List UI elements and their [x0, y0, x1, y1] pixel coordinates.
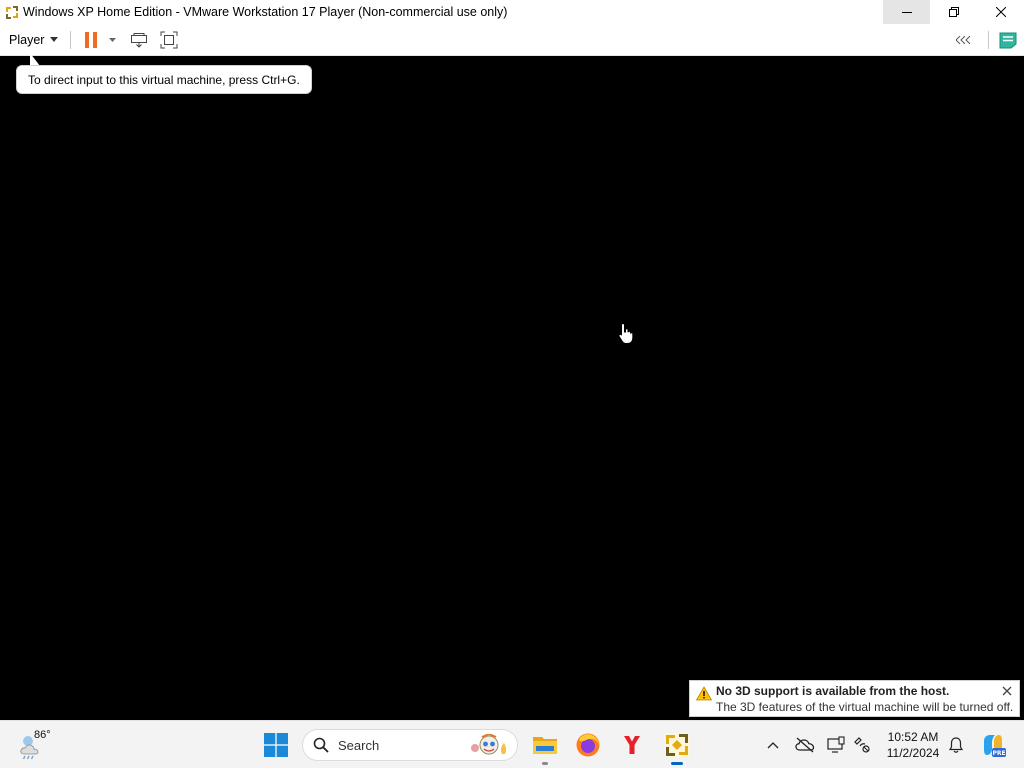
weather-temperature: 86°	[34, 729, 51, 741]
taskbar-search-box[interactable]: Search	[302, 729, 518, 761]
show-hidden-icons-button[interactable]	[763, 735, 783, 755]
display-icon	[827, 736, 845, 753]
chevron-up-icon	[767, 742, 779, 749]
collapse-icon	[956, 36, 970, 44]
unity-button[interactable]	[997, 28, 1019, 52]
full-screen-button[interactable]	[156, 28, 182, 52]
svg-text:PRE: PRE	[992, 750, 1005, 757]
send-ctrl-alt-del-button[interactable]	[126, 28, 152, 52]
player-menu-label: Player	[9, 32, 45, 47]
tooltip-text: To direct input to this virtual machine,…	[28, 72, 300, 87]
taskbar-clock[interactable]: 10:52 AM 11/2/2024	[880, 729, 946, 761]
pause-button[interactable]	[81, 28, 101, 52]
copilot-button[interactable]: PRE	[980, 732, 1006, 758]
search-placeholder: Search	[338, 737, 380, 753]
send-ctrl-alt-del-icon	[131, 32, 148, 48]
tray-display[interactable]	[826, 735, 846, 755]
notification-center-button[interactable]	[946, 735, 966, 755]
copilot-icon: PRE	[984, 735, 1006, 757]
search-highlight-skull-icon	[471, 734, 507, 755]
network-icon	[854, 737, 870, 753]
toolbar-separator-right	[988, 31, 989, 49]
chevron-down-icon	[50, 37, 59, 42]
toolbar-separator	[70, 30, 72, 49]
yandex-browser-icon	[624, 736, 640, 754]
notification-bell-icon	[948, 737, 964, 753]
minimize-button[interactable]	[883, 0, 930, 24]
onedrive-offline-icon	[795, 737, 815, 753]
clock-time: 10:52 AM	[887, 730, 939, 744]
input-hint-tooltip: To direct input to this virtual machine,…	[16, 65, 312, 94]
player-menu-button[interactable]: Player	[7, 28, 60, 52]
taskbar-yandex-browser[interactable]	[616, 729, 648, 761]
close-icon	[995, 7, 1006, 17]
close-button[interactable]	[977, 0, 1024, 24]
hand-cursor-icon	[618, 322, 634, 344]
warning-icon	[696, 686, 712, 701]
restore-button[interactable]	[930, 0, 977, 24]
file-explorer-icon	[533, 737, 557, 754]
windows-taskbar: 86° Search 10:52 AM 11/2/2024 PRE	[0, 720, 1024, 768]
unity-icon	[999, 32, 1017, 48]
taskbar-firefox[interactable]	[572, 729, 604, 761]
taskbar-vmware-player[interactable]	[661, 729, 693, 765]
full-screen-icon	[160, 31, 178, 48]
tray-network[interactable]	[852, 735, 872, 755]
dropdown-arrow-icon	[108, 37, 116, 42]
window-title: Windows XP Home Edition - VMware Worksta…	[23, 5, 508, 19]
weather-widget[interactable]: 86°	[18, 728, 58, 762]
vmware-app-icon	[5, 5, 19, 19]
notification-body: The 3D features of the virtual machine w…	[716, 700, 1014, 714]
restore-icon	[948, 7, 959, 17]
firefox-icon	[576, 733, 600, 757]
pause-icon	[85, 31, 98, 48]
windows-logo-icon	[264, 733, 288, 757]
tray-onedrive[interactable]	[795, 735, 815, 755]
vmware-player-icon	[665, 733, 689, 757]
collapse-toolbar-button[interactable]	[952, 28, 974, 52]
search-icon	[313, 737, 329, 753]
minimize-icon	[901, 12, 912, 13]
taskbar-file-explorer[interactable]	[529, 729, 561, 765]
start-button[interactable]	[264, 733, 288, 760]
3d-support-notification: No 3D support is available from the host…	[689, 680, 1020, 717]
title-bar[interactable]: Windows XP Home Edition - VMware Worksta…	[0, 0, 1024, 24]
vm-display[interactable]	[0, 56, 1024, 720]
notification-close-icon[interactable]	[1001, 685, 1013, 697]
vmware-toolbar: Player	[0, 24, 1024, 56]
clock-date: 11/2/2024	[886, 746, 940, 760]
notification-title: No 3D support is available from the host…	[716, 684, 950, 698]
power-dropdown-button[interactable]	[104, 28, 120, 52]
